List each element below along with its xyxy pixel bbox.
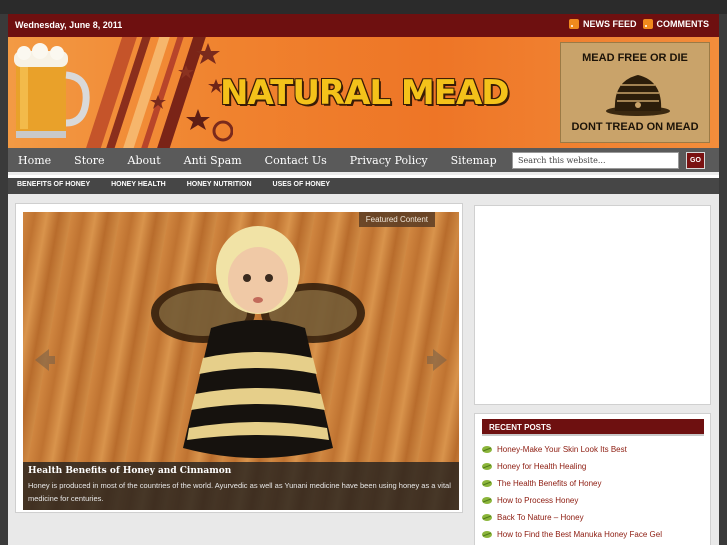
- featured-content-badge: Featured Content: [358, 212, 435, 227]
- page-wrapper: Wednesday, June 8, 2011 NEWS FEED COMMEN…: [8, 14, 719, 545]
- recent-posts-list: Honey-Make Your Skin Look Its Best Honey…: [482, 441, 704, 543]
- recent-post-title: Honey for Health Healing: [497, 462, 587, 471]
- nav-item-anti-spam[interactable]: Anti Spam: [184, 154, 242, 167]
- leaf-bullet-icon: [482, 463, 492, 470]
- slider-next-arrow-icon[interactable]: [425, 346, 453, 374]
- recent-post-link[interactable]: Honey for Health Healing: [482, 458, 704, 475]
- top-date-bar: Wednesday, June 8, 2011 NEWS FEED COMMEN…: [8, 14, 719, 37]
- featured-slider[interactable]: Featured Content Health Benefits of Hone…: [23, 212, 459, 510]
- recent-post-link[interactable]: Honey-Make Your Skin Look Its Best: [482, 441, 704, 458]
- category-uses-of-honey[interactable]: USES OF HONEY: [273, 181, 331, 188]
- site-header: NATURAL MEAD MEAD FREE OR DIE DONT TREAD…: [8, 37, 719, 148]
- flag-top-text: MEAD FREE OR DIE: [582, 52, 688, 64]
- category-honey-nutrition[interactable]: HONEY NUTRITION: [187, 181, 252, 188]
- nav-menu: Home Store About Anti Spam Contact Us Pr…: [18, 154, 497, 167]
- feed-links: NEWS FEED COMMENTS: [568, 19, 710, 29]
- recent-post-link[interactable]: The Health Benefits of Honey: [482, 475, 704, 492]
- nav-item-home[interactable]: Home: [18, 154, 51, 167]
- news-feed-label: NEWS FEED: [582, 19, 637, 29]
- slider-post-title[interactable]: Health Benefits of Honey and Cinnamon: [28, 466, 454, 476]
- recent-post-link[interactable]: How to Process Honey: [482, 492, 704, 509]
- comments-feed-link[interactable]: COMMENTS: [642, 19, 710, 29]
- leaf-bullet-icon: [482, 480, 492, 487]
- flag-bottom-text: DONT TREAD ON MEAD: [571, 121, 699, 133]
- leaf-bullet-icon: [482, 497, 492, 504]
- recent-post-title: How to Process Honey: [497, 496, 579, 505]
- category-honey-health[interactable]: HONEY HEALTH: [111, 181, 166, 188]
- nav-item-store[interactable]: Store: [74, 154, 104, 167]
- recent-post-title: The Health Benefits of Honey: [497, 479, 602, 488]
- recent-post-title: Honey-Make Your Skin Look Its Best: [497, 445, 627, 454]
- recent-post-title: How to Find the Best Manuka Honey Face G…: [497, 530, 662, 539]
- search-go-button[interactable]: GO: [686, 152, 705, 169]
- slider-prev-arrow-icon[interactable]: [29, 346, 57, 374]
- nav-item-about[interactable]: About: [128, 154, 161, 167]
- rss-icon: [568, 19, 579, 29]
- leaf-bullet-icon: [482, 514, 492, 521]
- slider-caption: Health Benefits of Honey and Cinnamon Ho…: [23, 462, 459, 510]
- nav-item-privacy-policy[interactable]: Privacy Policy: [350, 154, 428, 167]
- slider-post-excerpt: Honey is produced in most of the countri…: [28, 481, 451, 503]
- news-feed-link[interactable]: NEWS FEED: [568, 19, 637, 29]
- recent-post-link[interactable]: Back To Nature – Honey: [482, 509, 704, 526]
- main-navigation: Home Store About Anti Spam Contact Us Pr…: [8, 148, 719, 175]
- search-input[interactable]: Search this website...: [512, 152, 679, 169]
- sidebar-ad-box: [474, 205, 711, 405]
- recent-posts-heading: RECENT POSTS: [482, 419, 704, 436]
- current-date: Wednesday, June 8, 2011: [15, 20, 123, 30]
- category-benefits-of-honey[interactable]: BENEFITS OF HONEY: [17, 181, 90, 188]
- category-menu: BENEFITS OF HONEY HONEY HEALTH HONEY NUT…: [17, 181, 330, 188]
- nav-item-contact-us[interactable]: Contact Us: [265, 154, 327, 167]
- beer-mug-icon: [14, 43, 90, 138]
- leaf-bullet-icon: [482, 446, 492, 453]
- leaf-bullet-icon: [482, 531, 492, 538]
- site-logo-title[interactable]: NATURAL MEAD: [220, 73, 510, 113]
- recent-post-link[interactable]: How to Find the Best Manuka Honey Face G…: [482, 526, 704, 543]
- recent-post-title: Back To Nature – Honey: [497, 513, 584, 522]
- nav-item-sitemap[interactable]: Sitemap: [451, 154, 497, 167]
- featured-image-girl: [151, 226, 365, 458]
- beehive-icon: [606, 75, 670, 116]
- comments-feed-label: COMMENTS: [656, 19, 710, 29]
- stars-decoration-icon: [150, 43, 233, 142]
- browser-top-strip: [0, 0, 727, 14]
- rss-icon: [642, 19, 653, 29]
- category-navigation: BENEFITS OF HONEY HONEY HEALTH HONEY NUT…: [8, 178, 719, 194]
- mead-flag-banner: MEAD FREE OR DIE DONT TREAD ON MEAD: [560, 42, 710, 143]
